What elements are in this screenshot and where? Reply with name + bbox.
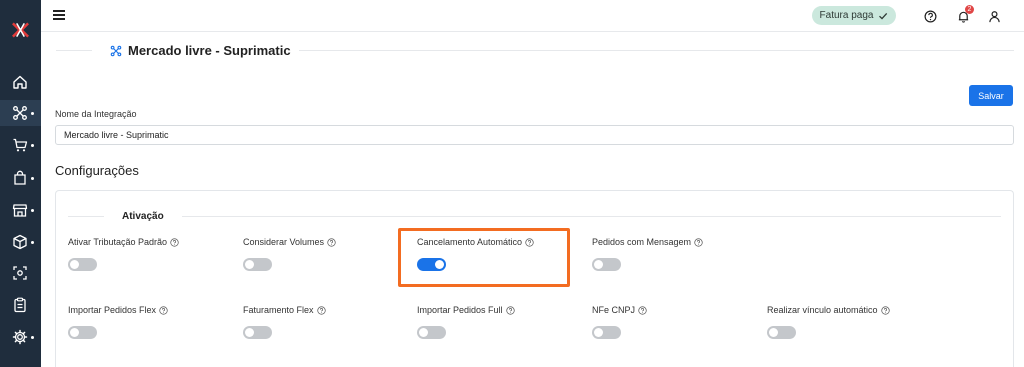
integration-name-label: Nome da Integração: [55, 109, 137, 119]
option-considerar-volumes: Considerar Volumes: [243, 237, 403, 271]
menu-icon[interactable]: [53, 10, 65, 20]
topbar: Fatura paga 2: [41, 0, 1024, 32]
option-pedidos-com-mensagem: Pedidos com Mensagem: [592, 237, 752, 271]
integrations-icon: [13, 106, 27, 120]
divider: [299, 50, 1014, 51]
sidebar-item-cart[interactable]: [0, 132, 41, 158]
help-icon[interactable]: [505, 305, 515, 315]
box-icon: [13, 234, 27, 250]
settings-section-title: Configurações: [55, 163, 139, 178]
sidebar-item-settings[interactable]: [0, 324, 41, 350]
sidebar-item-bag[interactable]: [0, 165, 41, 191]
help-icon[interactable]: [694, 237, 703, 247]
main-content: Mercado livre - Suprimatic Salvar Nome d…: [41, 32, 1024, 367]
sidebar-expand-dot: [31, 177, 34, 180]
sidebar-item-box[interactable]: [0, 229, 41, 255]
sidebar-expand-dot: [31, 112, 34, 115]
page-title-text: Mercado livre - Suprimatic: [128, 43, 291, 58]
option-label: Pedidos com Mensagem: [592, 237, 692, 247]
option-faturamento-flex: Faturamento Flex: [243, 305, 403, 339]
option-label: Considerar Volumes: [243, 237, 325, 247]
toggle-switch[interactable]: [243, 326, 272, 339]
help-icon[interactable]: [316, 305, 326, 315]
home-icon: [13, 75, 27, 89]
status-badge[interactable]: Fatura paga: [812, 6, 896, 25]
option-realizar-vinculo-automatico: Realizar vínculo automático: [767, 305, 927, 339]
help-icon[interactable]: [159, 305, 168, 315]
scan-icon: [13, 266, 27, 280]
sidebar-item-clipboard[interactable]: [0, 292, 41, 318]
option-label: Faturamento Flex: [243, 305, 314, 315]
store-icon: [12, 204, 28, 217]
help-icon[interactable]: [327, 237, 336, 247]
help-icon[interactable]: [638, 305, 647, 315]
option-label: NFe CNPJ: [592, 305, 636, 315]
integration-name-input[interactable]: [55, 125, 1014, 145]
sidebar: [0, 0, 41, 367]
check-icon: [879, 12, 888, 20]
toggle-switch[interactable]: [243, 258, 272, 271]
cart-icon: [13, 138, 28, 152]
status-badge-label: Fatura paga: [819, 10, 874, 21]
sidebar-item-store[interactable]: [0, 197, 41, 223]
sidebar-item-home[interactable]: [0, 69, 41, 95]
sidebar-item-integrations[interactable]: [0, 100, 41, 126]
option-label: Realizar vínculo automático: [767, 305, 878, 315]
option-nfe-cnpj: NFe CNPJ: [592, 305, 752, 339]
divider: [56, 50, 92, 51]
notification-count-badge: 2: [965, 5, 974, 14]
toggle-switch[interactable]: [68, 326, 97, 339]
notifications-button[interactable]: 2: [955, 5, 974, 24]
help-icon[interactable]: [170, 237, 179, 247]
x-logo-icon[interactable]: [11, 22, 30, 38]
integrations-icon: [110, 45, 122, 56]
sidebar-expand-dot: [31, 209, 34, 212]
toggle-switch[interactable]: [417, 326, 446, 339]
toggle-switch[interactable]: [767, 326, 796, 339]
sidebar-expand-dot: [31, 144, 34, 147]
page-title: Mercado livre - Suprimatic: [110, 43, 291, 58]
option-label: Importar Pedidos Flex: [68, 305, 157, 315]
help-circle-icon: [924, 10, 936, 22]
sidebar-expand-dot: [31, 241, 34, 244]
option-ativar-tributacao-padrao: Ativar Tributação Padrão: [68, 237, 228, 271]
help-icon[interactable]: [880, 305, 890, 315]
toggle-switch[interactable]: [592, 258, 621, 271]
user-icon: [988, 10, 1000, 22]
option-label: Importar Pedidos Full: [417, 305, 503, 315]
option-importar-pedidos-flex: Importar Pedidos Flex: [68, 305, 228, 339]
group-title: Ativação: [122, 211, 164, 222]
save-button[interactable]: Salvar: [969, 85, 1013, 106]
option-label: Ativar Tributação Padrão: [68, 237, 168, 247]
user-button[interactable]: [986, 8, 1002, 24]
highlight-box: [398, 228, 570, 287]
sidebar-expand-dot: [31, 336, 34, 339]
clipboard-icon: [14, 297, 26, 313]
bag-icon: [14, 170, 26, 185]
toggle-switch[interactable]: [68, 258, 97, 271]
help-button[interactable]: [922, 8, 938, 24]
sidebar-item-scan[interactable]: [0, 260, 41, 286]
divider: [68, 216, 104, 217]
option-importar-pedidos-full: Importar Pedidos Full: [417, 305, 577, 339]
divider: [182, 216, 1001, 217]
gear-icon: [12, 329, 28, 345]
toggle-switch[interactable]: [592, 326, 621, 339]
